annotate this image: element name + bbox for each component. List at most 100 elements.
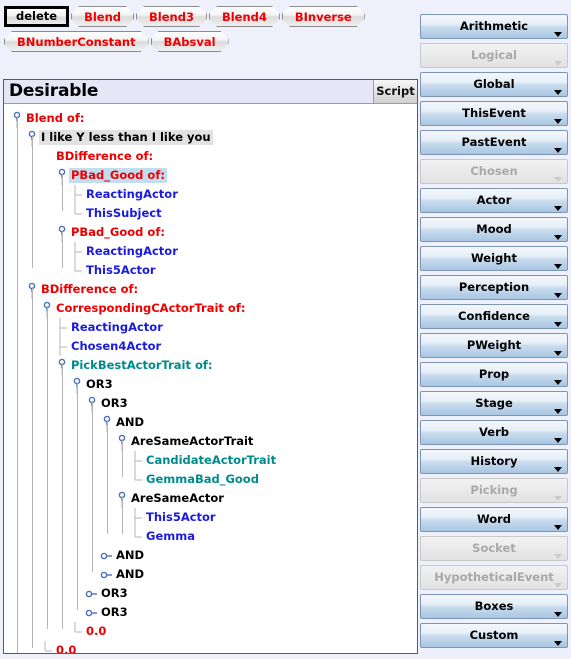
tree-expand-handle-closed[interactable] (85, 584, 99, 603)
tree-node[interactable]: PickBestActorTrait of: (4, 356, 417, 375)
tree-expand-handle-closed[interactable] (100, 565, 114, 584)
sidebar-button-pweight[interactable]: PWeight (420, 333, 568, 358)
tree-node-label[interactable]: AND (114, 567, 146, 582)
tree-node[interactable]: Blend of: (4, 109, 417, 128)
tree-node[interactable]: CandidateActorTrait (4, 451, 417, 470)
chevron-down-icon[interactable] (554, 438, 562, 443)
tree-node-label[interactable]: PBad_Good of: (69, 225, 167, 240)
sidebar-button-word[interactable]: Word (420, 507, 568, 532)
tree-node-label[interactable]: OR3 (99, 586, 130, 601)
sidebar-button-weight[interactable]: Weight (420, 246, 568, 271)
tree-node[interactable]: AND (4, 565, 417, 584)
sidebar-button-pastevent[interactable]: PastEvent (420, 130, 568, 155)
tree-node-label[interactable]: PBad_Good of: (69, 168, 167, 183)
tree-node-label[interactable]: ReactingActor (84, 187, 180, 202)
tree-node[interactable]: I like Y less than I like you (4, 128, 417, 147)
tree-node-label[interactable]: I like Y less than I like you (39, 130, 213, 145)
sidebar-button-mood[interactable]: Mood (420, 217, 568, 242)
chevron-down-icon[interactable] (554, 351, 562, 356)
toolbar-button-delete[interactable]: delete (4, 6, 70, 27)
tree-node-label[interactable]: OR3 (84, 377, 115, 392)
tree-node-label[interactable]: Blend of: (24, 111, 86, 126)
tree-node-label[interactable]: CorrespondingCActorTrait of: (54, 301, 247, 316)
sidebar-button-actor[interactable]: Actor (420, 188, 568, 213)
tree-node[interactable]: AND (4, 413, 417, 432)
tree-node-label[interactable]: Chosen4Actor (69, 339, 163, 354)
tree-node-label[interactable]: This5Actor (84, 263, 158, 278)
toolbar-button-blend3[interactable]: Blend3 (136, 6, 207, 27)
tree-node[interactable]: BDifference of: (4, 147, 417, 166)
tree-node-label[interactable]: 0.0 (84, 624, 108, 639)
tree-node-label[interactable]: GemmaBad_Good (144, 472, 261, 487)
tree-node-label[interactable]: CandidateActorTrait (144, 453, 278, 468)
toolbar-button-bnumberconstant[interactable]: BNumberConstant (4, 31, 149, 52)
toolbar-button-blend4[interactable]: Blend4 (209, 6, 280, 27)
tree-node[interactable]: AND (4, 546, 417, 565)
chevron-down-icon[interactable] (554, 235, 562, 240)
toolbar-button-blend[interactable]: Blend (71, 6, 134, 27)
chevron-down-icon[interactable] (554, 293, 562, 298)
chevron-down-icon[interactable] (554, 467, 562, 472)
tree-node-label[interactable]: AND (114, 415, 146, 430)
sidebar-button-verb[interactable]: Verb (420, 420, 568, 445)
tree-expand-handle-closed[interactable] (100, 546, 114, 565)
tree-node-label[interactable]: Gemma (144, 529, 197, 544)
sidebar-button-perception[interactable]: Perception (420, 275, 568, 300)
sidebar-button-prop[interactable]: Prop (420, 362, 568, 387)
toolbar-button-babsval[interactable]: BAbsval (151, 31, 229, 52)
tree-node[interactable]: AreSameActor (4, 489, 417, 508)
chevron-down-icon[interactable] (554, 119, 562, 124)
sidebar-button-custom[interactable]: Custom (420, 623, 568, 648)
tree-node-label[interactable]: PickBestActorTrait of: (69, 358, 215, 373)
tree-node[interactable]: Chosen4Actor (4, 337, 417, 356)
tree-node-label[interactable]: ThisSubject (84, 206, 164, 221)
tree-node-label[interactable]: ReactingActor (69, 320, 165, 335)
tree-node-label[interactable]: BDifference of: (54, 149, 155, 164)
tree-node[interactable]: ThisSubject (4, 204, 417, 223)
sidebar-button-thisevent[interactable]: ThisEvent (420, 101, 568, 126)
chevron-down-icon[interactable] (554, 32, 562, 37)
tree-node[interactable]: OR3 (4, 603, 417, 622)
tree-node-label[interactable]: 0.0 (54, 643, 78, 653)
tree-node-label[interactable]: OR3 (99, 396, 130, 411)
tree-node[interactable]: 0.0 (4, 641, 417, 653)
tree-node-label[interactable]: BDifference of: (39, 282, 140, 297)
tree-node-label[interactable]: AreSameActorTrait (129, 434, 255, 449)
chevron-down-icon[interactable] (554, 90, 562, 95)
tree-node[interactable]: AreSameActorTrait (4, 432, 417, 451)
toolbar-button-binverse[interactable]: BInverse (282, 6, 365, 27)
tree-node[interactable]: OR3 (4, 584, 417, 603)
tree-node[interactable]: OR3 (4, 394, 417, 413)
sidebar-button-stage[interactable]: Stage (420, 391, 568, 416)
tree-node-label[interactable]: AND (114, 548, 146, 563)
chevron-down-icon[interactable] (554, 641, 562, 646)
tree-node[interactable]: BDifference of: (4, 280, 417, 299)
tree-node[interactable]: This5Actor (4, 508, 417, 527)
tree-node[interactable]: ReactingActor (4, 318, 417, 337)
tree-node[interactable]: PBad_Good of: (4, 166, 417, 185)
tree-node[interactable]: ReactingActor (4, 242, 417, 261)
tree-node[interactable]: PBad_Good of: (4, 223, 417, 242)
tree-node[interactable]: CorrespondingCActorTrait of: (4, 299, 417, 318)
sidebar-button-boxes[interactable]: Boxes (420, 594, 568, 619)
tree-node[interactable]: This5Actor (4, 261, 417, 280)
chevron-down-icon[interactable] (554, 264, 562, 269)
chevron-down-icon[interactable] (554, 380, 562, 385)
chevron-down-icon[interactable] (554, 206, 562, 211)
tree-node-label[interactable]: OR3 (99, 605, 130, 620)
tree-node[interactable]: GemmaBad_Good (4, 470, 417, 489)
tree-node-label[interactable]: This5Actor (144, 510, 218, 525)
sidebar-button-arithmetic[interactable]: Arithmetic (420, 14, 568, 39)
chevron-down-icon[interactable] (554, 148, 562, 153)
tree-node[interactable]: OR3 (4, 375, 417, 394)
tree-node-label[interactable]: ReactingActor (84, 244, 180, 259)
chevron-down-icon[interactable] (554, 612, 562, 617)
chevron-down-icon[interactable] (554, 525, 562, 530)
sidebar-button-history[interactable]: History (420, 449, 568, 474)
chevron-down-icon[interactable] (554, 409, 562, 414)
sidebar-button-global[interactable]: Global (420, 72, 568, 97)
tree-expand-handle-closed[interactable] (85, 603, 99, 622)
tree-node-label[interactable]: AreSameActor (129, 491, 226, 506)
script-button[interactable]: Script (373, 80, 417, 103)
tree-node[interactable]: ReactingActor (4, 185, 417, 204)
